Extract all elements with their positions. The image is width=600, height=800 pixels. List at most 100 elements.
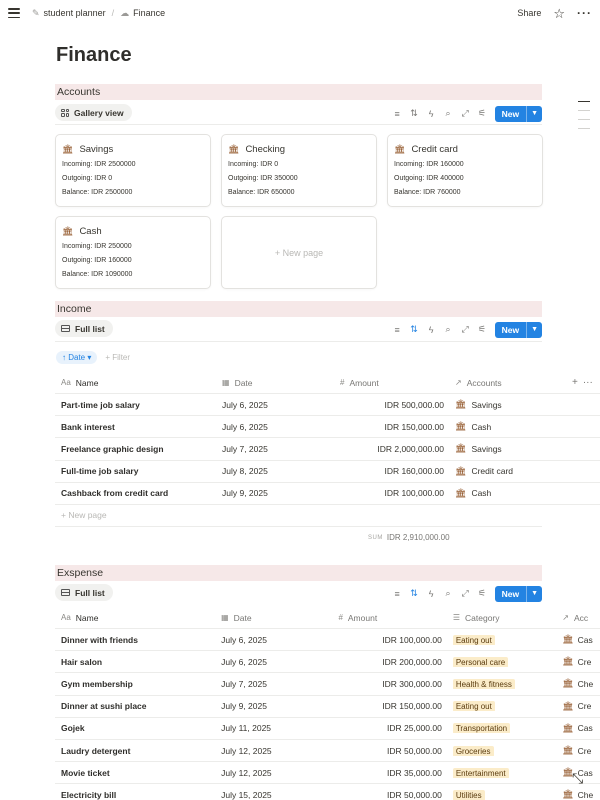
cell-account[interactable]: Cash <box>471 488 491 498</box>
income-new-button[interactable]: New ▼ <box>494 321 542 338</box>
category-tag[interactable]: Eating out <box>452 634 495 645</box>
table-of-contents[interactable] <box>578 101 590 137</box>
col-date[interactable]: ▦ Date <box>220 378 338 388</box>
account-card-credit[interactable]: 🏛 Credit card Incoming: IDR 160000 Outgoi… <box>387 134 543 207</box>
cell-account[interactable]: Credit card <box>471 466 513 476</box>
automation-icon[interactable]: ϟ <box>427 109 436 119</box>
sort-icon[interactable]: ⇅ <box>410 588 419 599</box>
table-row[interactable]: Gym membership July 7, 2025 IDR 300,000.… <box>55 673 600 696</box>
expand-icon[interactable]: ⤢ <box>461 108 470 119</box>
card-title: Credit card <box>411 144 458 155</box>
search-icon[interactable]: ⌕ <box>444 108 453 119</box>
expand-icon[interactable]: ⤢ <box>461 588 470 599</box>
income-view-tab[interactable]: Full list <box>55 320 113 337</box>
table-row[interactable]: Dinner with friends July 6, 2025 IDR 100… <box>55 629 600 652</box>
cell-account[interactable]: Cre <box>578 657 592 667</box>
col-category[interactable]: ☰ Category <box>444 613 560 623</box>
category-tag[interactable]: Transportation <box>452 723 511 734</box>
col-accounts[interactable]: ↗ Accounts <box>446 378 566 388</box>
category-tag[interactable]: Entertainment <box>452 767 509 778</box>
table-row[interactable]: Full-time job salary July 8, 2025 IDR 16… <box>55 461 600 483</box>
table-row[interactable]: Dinner at sushi place July 9, 2025 IDR 1… <box>55 696 600 718</box>
chevron-down-icon[interactable]: ▼ <box>526 321 542 338</box>
col-date[interactable]: ▦ Date <box>219 613 336 623</box>
category-tag[interactable]: Personal care <box>452 656 509 667</box>
cell-account[interactable]: Cas <box>578 635 593 645</box>
sort-icon[interactable]: ⇅ <box>410 324 419 335</box>
cell-account[interactable]: Savings <box>471 444 501 454</box>
more-options-icon[interactable]: ··· <box>577 7 592 19</box>
col-name[interactable]: Aa Name <box>55 378 220 388</box>
table-row[interactable]: Movie ticket July 12, 2025 IDR 35,000.00… <box>55 762 600 785</box>
col-accounts[interactable]: ↗ Acc <box>560 613 600 623</box>
sidebar-menu-icon[interactable] <box>8 8 20 18</box>
table-row[interactable]: Electricity bill July 15, 2025 IDR 50,00… <box>55 784 600 800</box>
cell-account[interactable]: Savings <box>471 400 501 410</box>
column-options-icon[interactable]: ··· <box>583 377 593 388</box>
chevron-down-icon[interactable]: ▼ <box>526 105 542 122</box>
favorite-star-icon[interactable]: ☆ <box>553 7 565 20</box>
accounts-view-tab[interactable]: Gallery view <box>55 104 132 121</box>
date-sort-chip[interactable]: ↑ Date ▾ <box>56 351 98 364</box>
col-amount[interactable]: # Amount <box>336 613 443 623</box>
category-tag[interactable]: Eating out <box>452 701 495 712</box>
automation-icon[interactable]: ϟ <box>427 589 436 599</box>
table-row[interactable]: Gojek July 11, 2025 IDR 25,000.00 Transp… <box>55 718 600 740</box>
account-card-checking[interactable]: 🏛 Checking Incoming: IDR 0 Outgoing: IDR … <box>221 134 377 207</box>
cell-date: July 12, 2025 <box>221 745 272 756</box>
accounts-new-button[interactable]: New ▼ <box>494 105 542 122</box>
cell-account[interactable]: Cre <box>578 746 592 756</box>
accounts-new-page-card[interactable]: + New page <box>221 216 377 289</box>
add-filter-button[interactable]: + Filter <box>105 353 130 362</box>
expense-heading: Exspense <box>55 565 542 581</box>
cell-account[interactable]: Cre <box>578 701 592 711</box>
expense-toolbar: ≡ ⇅ ϟ ⌕ ⤢ ⚟ New ▼ <box>393 585 542 602</box>
cell-amount: IDR 150,000.00 <box>382 701 442 712</box>
share-button[interactable]: Share <box>517 8 541 18</box>
col-name[interactable]: Aa Name <box>55 613 219 623</box>
table-row[interactable]: Freelance graphic design July 7, 2025 ID… <box>55 438 600 461</box>
col-label: Date <box>233 612 252 623</box>
relation-arrow-icon: ↗ <box>562 613 569 622</box>
col-amount[interactable]: # Amount <box>338 378 446 388</box>
cell-date: July 7, 2025 <box>221 678 267 689</box>
bank-icon: 🏛 <box>562 789 574 800</box>
cell-account[interactable]: Che <box>578 790 594 800</box>
cell-account[interactable]: Cas <box>578 723 593 733</box>
settings-icon[interactable]: ⚟ <box>478 588 487 599</box>
income-new-page-row[interactable]: + New page <box>55 505 542 527</box>
table-row[interactable]: Part-time job salary July 6, 2025 IDR 50… <box>55 394 600 417</box>
col-label: Name <box>75 377 99 388</box>
cell-account[interactable]: Che <box>578 679 594 689</box>
search-icon[interactable]: ⌕ <box>444 588 453 599</box>
cell-amount: IDR 50,000.00 <box>387 745 442 756</box>
account-card-cash[interactable]: 🏛 Cash Incoming: IDR 250000 Outgoing: IDR… <box>55 216 211 289</box>
cell-amount: IDR 100,000.00 <box>382 634 442 645</box>
category-tag[interactable]: Groceries <box>452 745 494 756</box>
cell-account[interactable]: Cash <box>471 422 491 432</box>
sort-icon[interactable]: ⇅ <box>410 108 419 119</box>
filter-icon[interactable]: ≡ <box>393 589 402 599</box>
card-outgoing: Outgoing: IDR 400000 <box>394 175 464 182</box>
settings-icon[interactable]: ⚟ <box>478 324 487 335</box>
table-row[interactable]: Hair salon July 6, 2025 IDR 200,000.00 P… <box>55 651 600 674</box>
add-column-icon[interactable]: + <box>572 377 578 388</box>
table-row[interactable]: Bank interest July 6, 2025 IDR 150,000.0… <box>55 416 600 439</box>
table-row[interactable]: Laudry detergent July 12, 2025 IDR 50,00… <box>55 740 600 763</box>
settings-icon[interactable]: ⚟ <box>478 108 487 119</box>
category-tag[interactable]: Utilities <box>452 789 485 800</box>
search-icon[interactable]: ⌕ <box>444 324 453 335</box>
table-row[interactable]: Cashback from credit card July 9, 2025 I… <box>55 483 600 505</box>
bank-icon: 🏛 <box>228 144 240 154</box>
filter-icon[interactable]: ≡ <box>393 325 402 335</box>
category-tag[interactable]: Health & fitness <box>452 678 515 689</box>
expense-new-button[interactable]: New ▼ <box>494 585 542 602</box>
filter-icon[interactable]: ≡ <box>393 109 402 119</box>
automation-icon[interactable]: ϟ <box>427 325 436 335</box>
account-card-savings[interactable]: 🏛 Savings Incoming: IDR 2500000 Outgoing:… <box>55 134 211 207</box>
expense-view-tab[interactable]: Full list <box>55 584 113 601</box>
chevron-down-icon[interactable]: ▼ <box>526 585 542 602</box>
expand-icon[interactable]: ⤢ <box>461 324 470 335</box>
breadcrumb-current[interactable]: Finance <box>133 8 165 18</box>
breadcrumb-parent[interactable]: student planner <box>44 8 106 18</box>
